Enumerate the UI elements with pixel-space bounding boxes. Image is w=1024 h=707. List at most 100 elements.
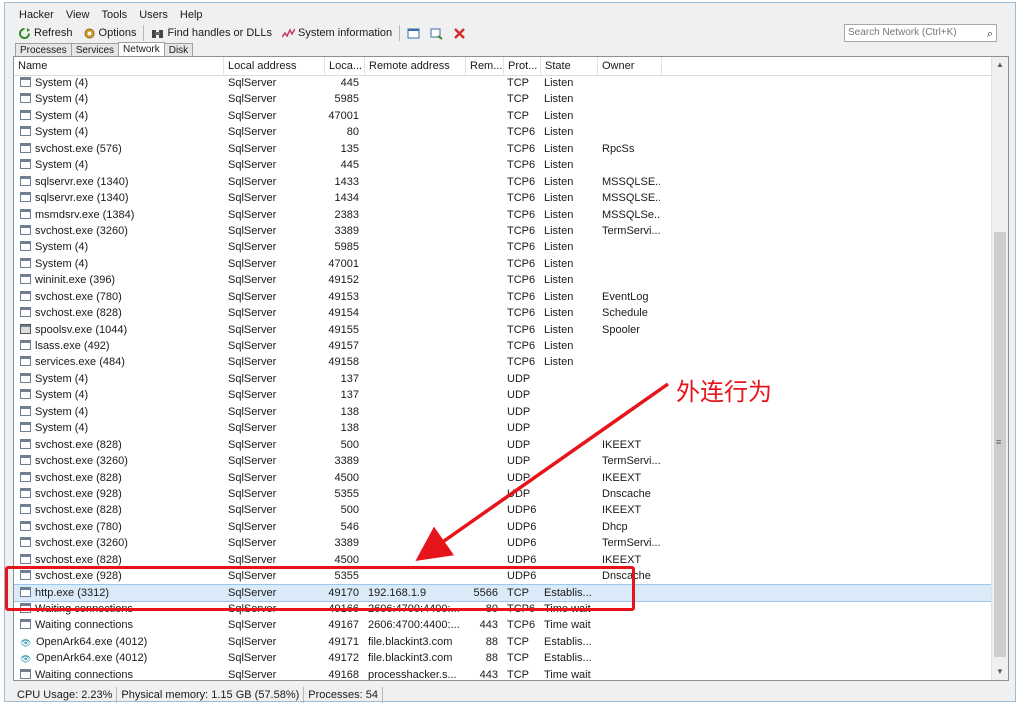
table-row[interactable]: svchost.exe (780) SqlServer 49153 TCP6 Liste… <box>14 289 994 305</box>
search-icon: ⌕ <box>986 28 993 40</box>
table-row[interactable]: sqlservr.exe (1340) SqlServer 1433 TCP6 List… <box>14 174 994 190</box>
cell-proto: TCP <box>507 668 529 681</box>
menu-tools[interactable]: Tools <box>96 7 134 23</box>
column-remote-port[interactable]: Rem... <box>466 57 504 75</box>
column-local-port[interactable]: Loca... <box>325 57 365 75</box>
table-row[interactable]: msmdsrv.exe (1384) SqlServer 2383 TCP6 Liste… <box>14 207 994 223</box>
table-row[interactable]: System (4) SqlServer 445 TCP Listen <box>14 75 994 91</box>
cell-name: lsass.exe (492) <box>20 338 220 354</box>
cell-local: SqlServer <box>228 323 277 336</box>
cell-name: System (4) <box>20 420 220 436</box>
table-row[interactable]: System (4) SqlServer 47001 TCP6 Listen <box>14 256 994 272</box>
cell-state: Listen <box>544 356 574 369</box>
refresh-button[interactable]: Refresh <box>13 24 78 42</box>
cell-lport: 500 <box>340 438 359 451</box>
table-row[interactable]: System (4) SqlServer 80 TCP6 Listen <box>14 124 994 140</box>
cell-local: SqlServer <box>228 340 277 352</box>
column-name[interactable]: Name <box>14 57 224 75</box>
table-row[interactable]: OpenArk64.exe (4012) SqlServer 49172 file.b… <box>14 650 994 666</box>
table-row[interactable]: spoolsv.exe (1044) SqlServer 49155 TCP6 List… <box>14 322 994 338</box>
table-row[interactable]: svchost.exe (828) SqlServer 500 UDP6 IKEEXT <box>14 502 994 518</box>
printer-icon <box>20 323 31 334</box>
table-row[interactable]: System (4) SqlServer 138 UDP <box>14 404 994 420</box>
table-row[interactable]: svchost.exe (3260) SqlServer 3389 UDP6 TermS… <box>14 535 994 551</box>
table-row[interactable]: svchost.exe (828) SqlServer 4500 UDP IKEEXT <box>14 470 994 486</box>
cell-name: System (4) <box>20 157 220 173</box>
column-state[interactable]: State <box>541 57 598 75</box>
cell-local: SqlServer <box>228 257 277 270</box>
cell-proto: TCP6 <box>507 224 536 237</box>
cell-local: SqlServer <box>228 109 277 122</box>
cell-state: Listen <box>544 257 574 270</box>
cell-local: SqlServer <box>228 307 277 320</box>
table-row[interactable]: System (4) SqlServer 47001 TCP Listen <box>14 108 994 124</box>
cell-name: svchost.exe (828) <box>20 437 220 453</box>
process-name: svchost.exe (828) <box>35 553 122 566</box>
table-row[interactable]: wininit.exe (396) SqlServer 49152 TCP6 Liste… <box>14 272 994 288</box>
table-row[interactable]: System (4) SqlServer 5985 TCP Listen <box>14 91 994 107</box>
cell-name: wininit.exe (396) <box>20 272 220 288</box>
system-information-button[interactable]: System information <box>277 24 397 42</box>
close-button[interactable] <box>448 27 471 40</box>
scrollbar-grip-icon: ≡ <box>996 437 1002 447</box>
column-protocol[interactable]: Prot... <box>504 57 541 75</box>
menu-users[interactable]: Users <box>133 7 174 23</box>
find-handles-button[interactable]: Find handles or DLLs <box>146 24 277 42</box>
menu-hacker[interactable]: Hacker <box>13 7 60 23</box>
process-icon <box>20 224 31 235</box>
cell-lport: 5985 <box>334 93 359 106</box>
process-icon <box>20 109 31 120</box>
table-row[interactable]: svchost.exe (3260) SqlServer 3389 TCP6 Liste… <box>14 223 994 239</box>
process-name: System (4) <box>35 405 89 418</box>
column-owner[interactable]: Owner <box>598 57 662 75</box>
cell-local: SqlServer <box>228 652 277 665</box>
vertical-scrollbar[interactable]: ▲ ≡ ▼ <box>991 57 1008 680</box>
table-row[interactable]: services.exe (484) SqlServer 49158 TCP6 List… <box>14 354 994 370</box>
cell-owner: IKEEXT <box>602 504 642 517</box>
table-row[interactable]: System (4) SqlServer 138 UDP <box>14 420 994 436</box>
scroll-down-icon[interactable]: ▼ <box>992 664 1008 680</box>
cell-proto: TCP <box>507 635 529 648</box>
table-row[interactable]: OpenArk64.exe (4012) SqlServer 49171 file.b… <box>14 634 994 650</box>
cell-lport: 1433 <box>334 175 359 188</box>
table-row[interactable]: svchost.exe (780) SqlServer 546 UDP6 Dhcp <box>14 519 994 535</box>
cpu-usage: CPU Usage: 2.23% <box>13 687 118 703</box>
table-row[interactable]: svchost.exe (3260) SqlServer 3389 UDP TermSe… <box>14 453 994 469</box>
options-button[interactable]: Options <box>78 24 142 42</box>
table-row[interactable]: System (4) SqlServer 137 UDP <box>14 371 994 387</box>
table-row[interactable]: sqlservr.exe (1340) SqlServer 1434 TCP6 List… <box>14 190 994 206</box>
table-row[interactable]: Waiting connections SqlServer 49168 process… <box>14 667 994 681</box>
cell-local: SqlServer <box>228 619 277 632</box>
table-row[interactable]: svchost.exe (828) SqlServer 500 UDP IKEEXT <box>14 437 994 453</box>
column-remote-address[interactable]: Remote address <box>365 57 466 75</box>
menu-view[interactable]: View <box>60 7 96 23</box>
cell-local: SqlServer <box>228 274 277 287</box>
search-input[interactable]: Search Network (Ctrl+K) ⌕ <box>844 24 997 42</box>
table-row[interactable]: svchost.exe (576) SqlServer 135 TCP6 Listen R… <box>14 141 994 157</box>
table-row[interactable]: System (4) SqlServer 137 UDP <box>14 387 994 403</box>
menu-help[interactable]: Help <box>174 7 209 23</box>
table-row[interactable]: svchost.exe (828) SqlServer 49154 TCP6 Liste… <box>14 305 994 321</box>
cell-remote: 2606:4700:4400:... <box>368 619 460 632</box>
table-row[interactable]: svchost.exe (928) SqlServer 5355 UDP Dnscach… <box>14 486 994 502</box>
cell-remote: file.blackint3.com <box>368 635 453 648</box>
table-row[interactable]: lsass.exe (492) SqlServer 49157 TCP6 Listen <box>14 338 994 354</box>
cell-owner: RpcSs <box>602 142 635 155</box>
column-local-address[interactable]: Local address <box>224 57 325 75</box>
window-button[interactable] <box>402 27 425 40</box>
cell-rport: 443 <box>479 668 498 681</box>
cell-local: SqlServer <box>228 126 277 139</box>
scroll-up-icon[interactable]: ▲ <box>992 57 1008 73</box>
cell-name: System (4) <box>20 124 220 140</box>
process-name: System (4) <box>35 77 89 89</box>
highlight-box <box>5 566 635 611</box>
cell-lport: 3389 <box>334 224 359 237</box>
find-window-button[interactable] <box>425 27 448 40</box>
process-icon <box>20 77 31 87</box>
cell-local: SqlServer <box>228 372 277 385</box>
cell-proto: TCP6 <box>507 323 536 336</box>
table-row[interactable]: System (4) SqlServer 445 TCP6 Listen <box>14 157 994 173</box>
table-row[interactable]: Waiting connections SqlServer 49167 2606:47… <box>14 617 994 633</box>
table-row[interactable]: System (4) SqlServer 5985 TCP6 Listen <box>14 239 994 255</box>
process-icon <box>20 93 31 104</box>
